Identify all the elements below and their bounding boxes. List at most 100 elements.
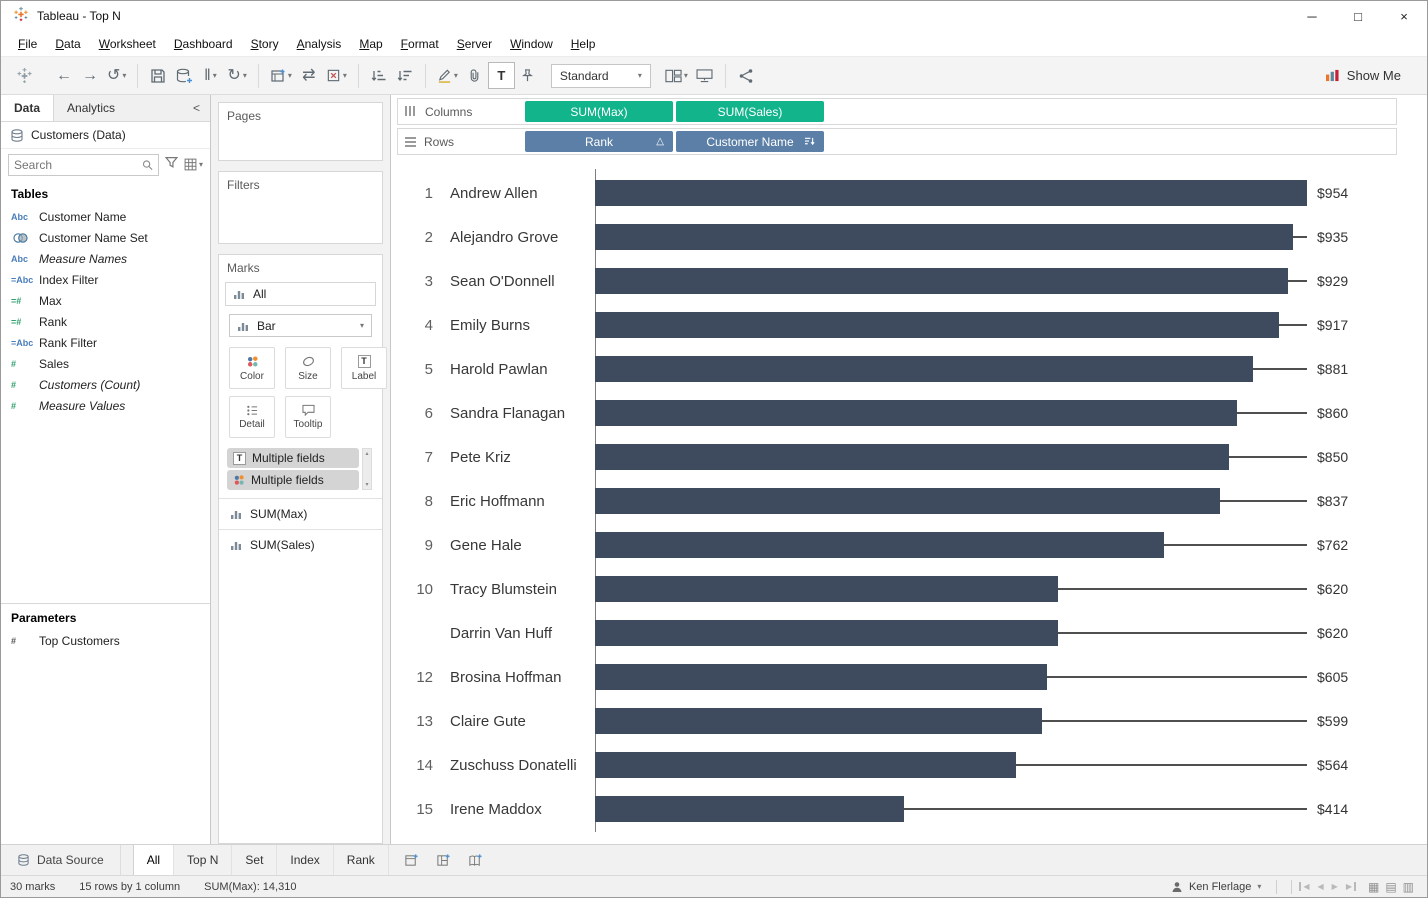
sales-bar-mark[interactable] bbox=[595, 488, 1220, 514]
save-button[interactable] bbox=[145, 62, 171, 90]
name-header[interactable]: Claire Gute bbox=[433, 713, 595, 730]
rank-header[interactable]: 10 bbox=[391, 581, 433, 598]
new-worksheet-tab-button[interactable] bbox=[399, 848, 425, 872]
user-menu[interactable]: Ken Flerlage ▾ bbox=[1163, 881, 1269, 893]
sales-bar-mark[interactable] bbox=[595, 400, 1237, 426]
group-members-button[interactable] bbox=[462, 62, 488, 90]
name-header[interactable]: Emily Burns bbox=[433, 317, 595, 334]
rank-header[interactable]: 2 bbox=[391, 229, 433, 246]
tab-analytics[interactable]: Analytics bbox=[54, 95, 128, 121]
sales-bar-mark[interactable] bbox=[595, 708, 1042, 734]
search-input[interactable] bbox=[14, 157, 142, 172]
mark-type-dropdown[interactable]: Bar ▾ bbox=[229, 314, 372, 337]
sort-descending-button[interactable] bbox=[392, 62, 418, 90]
field-top-customers[interactable]: # Top Customers bbox=[1, 630, 210, 651]
rank-header[interactable]: 4 bbox=[391, 317, 433, 334]
nav-last-button[interactable]: ▶ bbox=[1346, 882, 1356, 891]
menu-item-window[interactable]: Window bbox=[501, 33, 562, 55]
name-header[interactable]: Alejandro Grove bbox=[433, 229, 595, 246]
rank-header[interactable]: 5 bbox=[391, 361, 433, 378]
label-button[interactable]: T Label bbox=[341, 347, 387, 389]
sales-bar-mark[interactable] bbox=[595, 576, 1058, 602]
view-options-button[interactable]: ▾ bbox=[184, 158, 203, 171]
rank-header[interactable]: 14 bbox=[391, 757, 433, 774]
collapse-pane-button[interactable]: < bbox=[183, 95, 210, 121]
show-filmstrip-button[interactable]: ▤ bbox=[1385, 880, 1396, 894]
menu-item-story[interactable]: Story bbox=[242, 33, 288, 55]
nav-prev-button[interactable]: ◀ bbox=[1318, 882, 1324, 891]
sales-bar-mark[interactable] bbox=[595, 224, 1293, 250]
menu-item-worksheet[interactable]: Worksheet bbox=[90, 33, 165, 55]
sales-bar-mark[interactable] bbox=[595, 620, 1058, 646]
data-source-tab[interactable]: Data Source bbox=[1, 845, 121, 875]
sales-bar-mark[interactable] bbox=[595, 444, 1229, 470]
field-customer-name[interactable]: Abc Customer Name bbox=[1, 206, 210, 227]
sheet-tab-rank[interactable]: Rank bbox=[334, 845, 389, 875]
marks-pill-label-fields[interactable]: T Multiple fields bbox=[227, 448, 359, 468]
show-hide-cards-button[interactable]: ▾ bbox=[661, 62, 692, 90]
name-header[interactable]: Sandra Flanagan bbox=[433, 405, 595, 422]
field-measure-names[interactable]: Abc Measure Names bbox=[1, 248, 210, 269]
add-data-button[interactable] bbox=[171, 62, 197, 90]
sales-bar-mark[interactable] bbox=[595, 796, 904, 822]
rows-shelf[interactable]: Rows Rank △ Customer Name bbox=[397, 128, 1397, 155]
sales-bar-mark[interactable] bbox=[595, 532, 1164, 558]
field-rank-filter[interactable]: =Abc Rank Filter bbox=[1, 332, 210, 353]
clear-sheet-button[interactable]: ▾ bbox=[322, 62, 351, 90]
name-header[interactable]: Brosina Hoffman bbox=[433, 669, 595, 686]
menu-item-map[interactable]: Map bbox=[350, 33, 391, 55]
name-header[interactable]: Sean O'Donnell bbox=[433, 273, 595, 290]
name-header[interactable]: Gene Hale bbox=[433, 537, 595, 554]
sheet-tab-top-n[interactable]: Top N bbox=[174, 845, 233, 875]
menu-item-file[interactable]: File bbox=[9, 33, 46, 55]
marks-pill-color-fields[interactable]: Multiple fields bbox=[227, 470, 359, 490]
name-header[interactable]: Pete Kriz bbox=[433, 449, 595, 466]
field-max[interactable]: =# Max bbox=[1, 290, 210, 311]
close-button[interactable]: × bbox=[1381, 1, 1427, 31]
sales-bar-mark[interactable] bbox=[595, 752, 1016, 778]
pill-customer-name[interactable]: Customer Name bbox=[676, 131, 824, 152]
name-header[interactable]: Andrew Allen bbox=[433, 185, 595, 202]
rank-header[interactable]: 7 bbox=[391, 449, 433, 466]
field-sales[interactable]: # Sales bbox=[1, 353, 210, 374]
pill-scrollbar[interactable]: ▴ ▾ bbox=[362, 448, 372, 490]
sales-bar-mark[interactable] bbox=[595, 268, 1288, 294]
rank-header[interactable]: 12 bbox=[391, 669, 433, 686]
sales-bar-mark[interactable] bbox=[595, 356, 1253, 382]
pages-shelf[interactable]: Pages bbox=[218, 102, 383, 161]
new-story-tab-button[interactable] bbox=[463, 848, 489, 872]
sheet-tab-all[interactable]: All bbox=[132, 845, 175, 875]
show-sorter-button[interactable]: ▥ bbox=[1403, 880, 1414, 894]
rank-header[interactable]: 9 bbox=[391, 537, 433, 554]
menu-item-server[interactable]: Server bbox=[448, 33, 501, 55]
rank-header[interactable]: 3 bbox=[391, 273, 433, 290]
tooltip-button[interactable]: Tooltip bbox=[285, 396, 331, 438]
menu-item-data[interactable]: Data bbox=[46, 33, 89, 55]
show-me-button[interactable]: Show Me bbox=[1325, 68, 1417, 83]
filters-shelf[interactable]: Filters bbox=[218, 171, 383, 244]
rank-header[interactable]: 15 bbox=[391, 801, 433, 818]
run-updates-button[interactable]: ↻ ▾ bbox=[223, 62, 250, 90]
field-rank[interactable]: =# Rank bbox=[1, 311, 210, 332]
show-tabs-button[interactable]: ▦ bbox=[1368, 880, 1379, 894]
name-header[interactable]: Irene Maddox bbox=[433, 801, 595, 818]
maximize-button[interactable]: □ bbox=[1335, 1, 1381, 31]
share-button[interactable] bbox=[733, 62, 759, 90]
size-button[interactable]: Size bbox=[285, 347, 331, 389]
sheet-tab-index[interactable]: Index bbox=[277, 845, 334, 875]
minimize-button[interactable]: ─ bbox=[1289, 1, 1335, 31]
sort-ascending-button[interactable] bbox=[366, 62, 392, 90]
field-customers-count[interactable]: # Customers (Count) bbox=[1, 374, 210, 395]
marks-section-sum-sales[interactable]: SUM(Sales) bbox=[219, 529, 382, 560]
field-customer-name-set[interactable]: Customer Name Set bbox=[1, 227, 210, 248]
replay-button[interactable]: ↺ ▾ bbox=[103, 62, 130, 90]
fit-dropdown[interactable]: Standard ▾ bbox=[550, 63, 651, 88]
highlight-button[interactable]: ▾ bbox=[433, 62, 462, 90]
nav-first-button[interactable]: ◀ bbox=[1299, 882, 1310, 891]
columns-shelf[interactable]: Columns SUM(Max) SUM(Sales) bbox=[397, 98, 1397, 125]
new-worksheet-button[interactable]: ▾ bbox=[266, 62, 296, 90]
tab-data[interactable]: Data bbox=[1, 95, 55, 121]
datasource-row[interactable]: Customers (Data) bbox=[1, 122, 210, 149]
pill-rank[interactable]: Rank △ bbox=[525, 131, 673, 152]
undo-button[interactable]: ← bbox=[51, 62, 77, 90]
